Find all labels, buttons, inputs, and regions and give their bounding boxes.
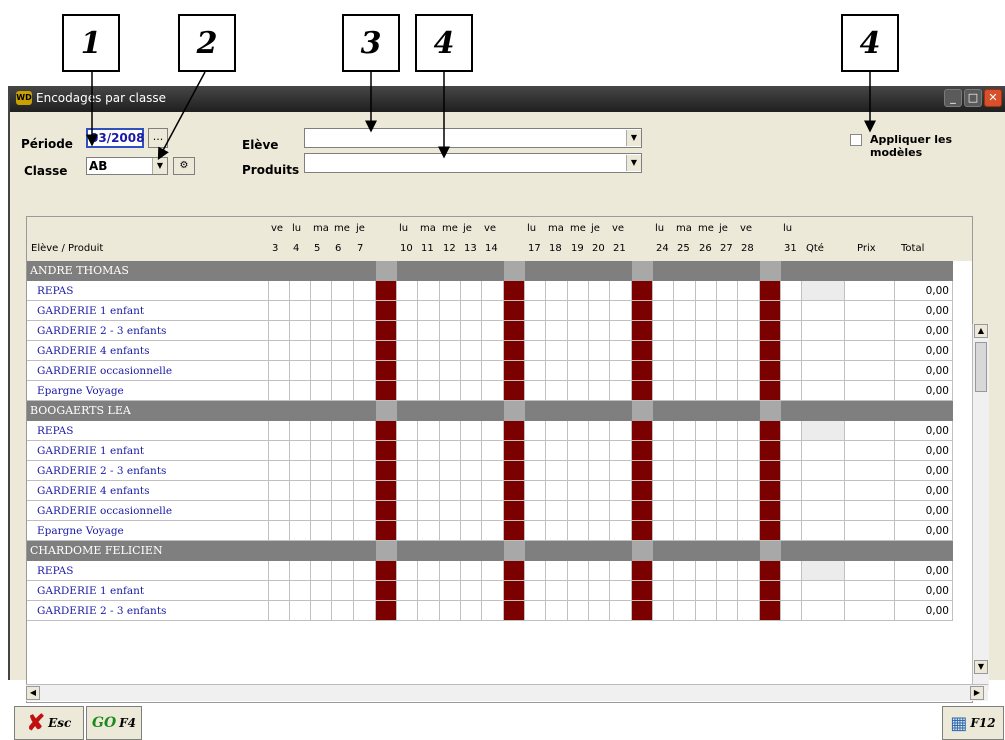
calendar-f12-button[interactable]: ▦ F12 [942,706,1004,740]
scroll-left-icon[interactable]: ◀ [26,686,40,700]
close-x-icon: ✘ [26,710,46,736]
annotation-arrows [86,71,876,160]
horizontal-scrollbar[interactable]: ◀ ▶ [26,684,988,701]
go-icon: GO [91,715,117,731]
go-button[interactable]: GO F4 [86,706,142,740]
calendar-icon: ▦ [950,712,968,734]
scroll-right-icon[interactable]: ▶ [970,686,984,700]
esc-button[interactable]: ✘ Esc [14,706,84,740]
